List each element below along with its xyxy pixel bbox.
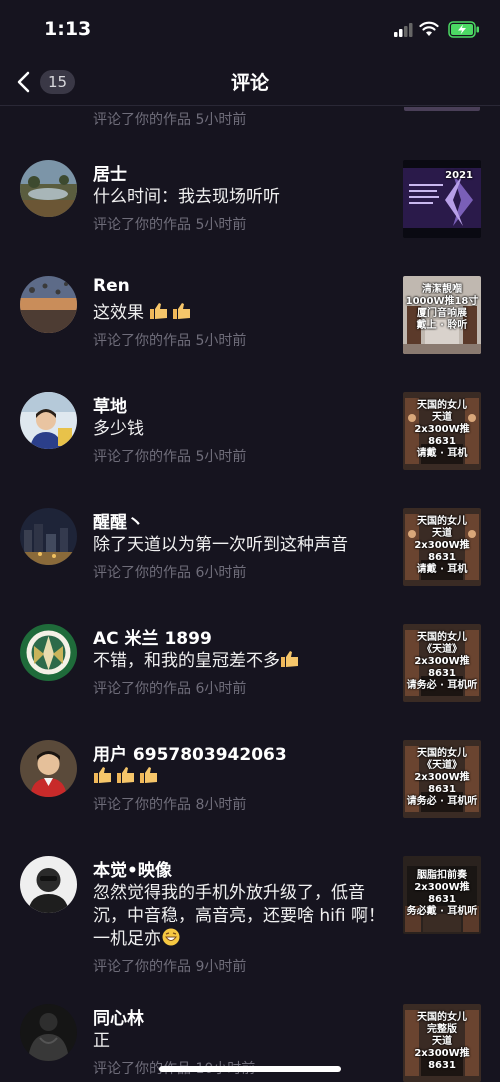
video-thumbnail[interactable]: 清潔靚嗰 1000W推18寸 厦门音响展 戴上 · 聆听	[403, 276, 481, 354]
comment-text: 忽然觉得我的手机外放升级了，低音沉，中音稳，高音亮，还要啥 hifi 啊！一机足…	[93, 883, 386, 949]
thumbs-up-emoji-icon	[94, 767, 111, 783]
comment: 忽然觉得我的手机外放升级了，低音沉，中音稳，高音亮，还要啥 hifi 啊！一机足…	[93, 882, 395, 951]
item-meta: 评论了你的作品 8小时前	[93, 797, 247, 813]
wifi-icon	[419, 21, 439, 36]
item-meta: 评论了你的作品 6小时前	[93, 681, 247, 697]
username[interactable]: 醒醒丶	[93, 508, 144, 533]
video-thumbnail[interactable]: 天国的女儿 天道 2x300W推8631 请戴 · 耳机	[403, 392, 481, 470]
thumbnail-caption: 天国的女儿 《天道》 2x300W推8631 请务必 · 耳机听	[406, 632, 478, 691]
item-meta: 评论了你的作品 5小时前	[93, 449, 247, 465]
avatar[interactable]	[20, 392, 77, 449]
thumbs-up-emoji-icon	[117, 767, 134, 783]
username[interactable]: AC 米兰 1899	[93, 624, 212, 649]
video-thumbnail[interactable]: 胭脂扣前奏 2x300W推8631 务必戴 · 耳机听	[403, 856, 481, 934]
comment-text: 什么时间：我去现场听听	[93, 187, 280, 207]
thumbs-up-emoji-icon	[281, 651, 298, 667]
list-item[interactable]: 醒醒丶 除了天道以为第一次听到这种声音 评论了你的作品 6小时前 天国的女儿 天…	[0, 508, 500, 624]
avatar[interactable]	[20, 624, 77, 681]
video-thumbnail[interactable]: 天国的女儿 完整版 天道 2x300W推8631	[403, 1004, 481, 1082]
thumbs-up-emoji-icon	[140, 767, 157, 783]
page-title: 评论	[230, 72, 269, 94]
username[interactable]: 居士	[93, 160, 127, 185]
video-thumbnail[interactable]	[404, 107, 480, 111]
comment: 不错，和我的皇冠差不多	[93, 650, 393, 673]
avatar-image	[20, 740, 77, 797]
avatar-image	[20, 392, 77, 449]
video-thumbnail[interactable]: 天国的女儿 《天道》 2x300W推8631 请务必 · 耳机听	[403, 624, 481, 702]
list-item[interactable]: Ren 这效果 评论了你的作品 5小时前 清潔靚嗰 1000W推18寸 厦门音响…	[0, 276, 500, 392]
comment-text: 这效果	[93, 303, 144, 323]
username[interactable]: Ren	[93, 276, 130, 296]
avatar[interactable]	[20, 856, 77, 913]
battery-charging-icon	[448, 21, 479, 38]
grinning-face-emoji-icon	[162, 928, 180, 946]
thumbnail-caption: 天国的女儿 天道 2x300W推8631 请戴 · 耳机	[414, 516, 470, 575]
list-item[interactable]: 草地 多少钱 评论了你的作品 5小时前 天国的女儿 天道 2x300W推8631…	[0, 392, 500, 508]
comment-text: 正	[93, 1031, 110, 1051]
avatar[interactable]	[20, 160, 77, 217]
thumbnail-caption: 天国的女儿 《天道》 2x300W推8631 请务必 · 耳机听	[406, 748, 478, 807]
comment-notification-list[interactable]: 评论了你的作品 5小时前 居士 什么时间：我去现场听听 评论了你的作品 5小时前	[0, 107, 500, 1082]
list-item-partial[interactable]: 评论了你的作品 5小时前	[0, 107, 500, 128]
navigation-bar: 15 评论	[0, 60, 500, 106]
cellular-signal-icon	[394, 23, 413, 37]
avatar-image	[20, 856, 77, 913]
comment-text: 除了天道以为第一次听到这种声音	[93, 535, 348, 555]
thumbnail-caption: 天国的女儿 完整版 天道 2x300W推8631	[414, 1012, 470, 1071]
username[interactable]: 用户 6957803942063	[93, 740, 287, 765]
username[interactable]: 本觉•映像	[93, 856, 172, 881]
thumbs-up-emoji-icon	[173, 303, 191, 319]
avatar[interactable]	[20, 276, 77, 333]
item-meta: 评论了你的作品 5小时前	[93, 217, 247, 233]
comment-text: 多少钱	[93, 419, 144, 439]
avatar-image	[20, 160, 77, 217]
video-thumbnail[interactable]: 天国的女儿 《天道》 2x300W推8631 请务必 · 耳机听	[403, 740, 481, 818]
thumbnail-caption: 胭脂扣前奏 2x300W推8631 务必戴 · 耳机听	[406, 870, 478, 917]
list-item[interactable]: 用户 6957803942063 评论了你的作品 8小时前 天国的女儿 《天道》…	[0, 740, 500, 856]
thumbnail-caption: 清潔靚嗰 1000W推18寸 厦门音响展 戴上 · 聆听	[405, 284, 479, 331]
video-thumbnail[interactable]: 天国的女儿 天道 2x300W推8631 请戴 · 耳机	[403, 508, 481, 586]
avatar[interactable]	[20, 1004, 77, 1061]
item-meta: 评论了你的作品 9小时前	[93, 959, 247, 975]
list-item[interactable]: 本觉•映像 忽然觉得我的手机外放升级了，低音沉，中音稳，高音亮，还要啥 hifi…	[0, 856, 500, 996]
avatar[interactable]	[20, 508, 77, 565]
thumbs-up-emoji-icon	[150, 303, 168, 319]
comment-text: 不错，和我的皇冠差不多	[93, 651, 280, 671]
item-meta: 评论了你的作品 5小时前	[93, 112, 247, 128]
list-item[interactable]: AC 米兰 1899 不错，和我的皇冠差不多 评论了你的作品 6小时前 天国的女…	[0, 624, 500, 740]
avatar-image	[20, 1004, 77, 1061]
status-bar: 1:13	[0, 0, 500, 60]
avatar-image	[20, 276, 77, 333]
video-thumbnail[interactable]: 2021	[403, 160, 481, 238]
home-indicator[interactable]	[159, 1066, 341, 1072]
username[interactable]: 同心林	[93, 1004, 144, 1029]
comment: 这效果	[93, 302, 393, 325]
thumbnail-caption: 2021	[445, 170, 473, 181]
thumbnail-caption: 天国的女儿 天道 2x300W推8631 请戴 · 耳机	[414, 400, 470, 459]
status-time: 1:13	[44, 18, 92, 40]
item-meta: 评论了你的作品 6小时前	[93, 565, 247, 581]
avatar-image	[20, 508, 77, 565]
username[interactable]: 草地	[93, 392, 127, 417]
avatar[interactable]	[20, 740, 77, 797]
item-meta: 评论了你的作品 5小时前	[93, 333, 247, 349]
avatar-image	[20, 624, 77, 681]
comment	[93, 766, 393, 789]
list-item[interactable]: 居士 什么时间：我去现场听听 评论了你的作品 5小时前 2021	[0, 160, 500, 276]
